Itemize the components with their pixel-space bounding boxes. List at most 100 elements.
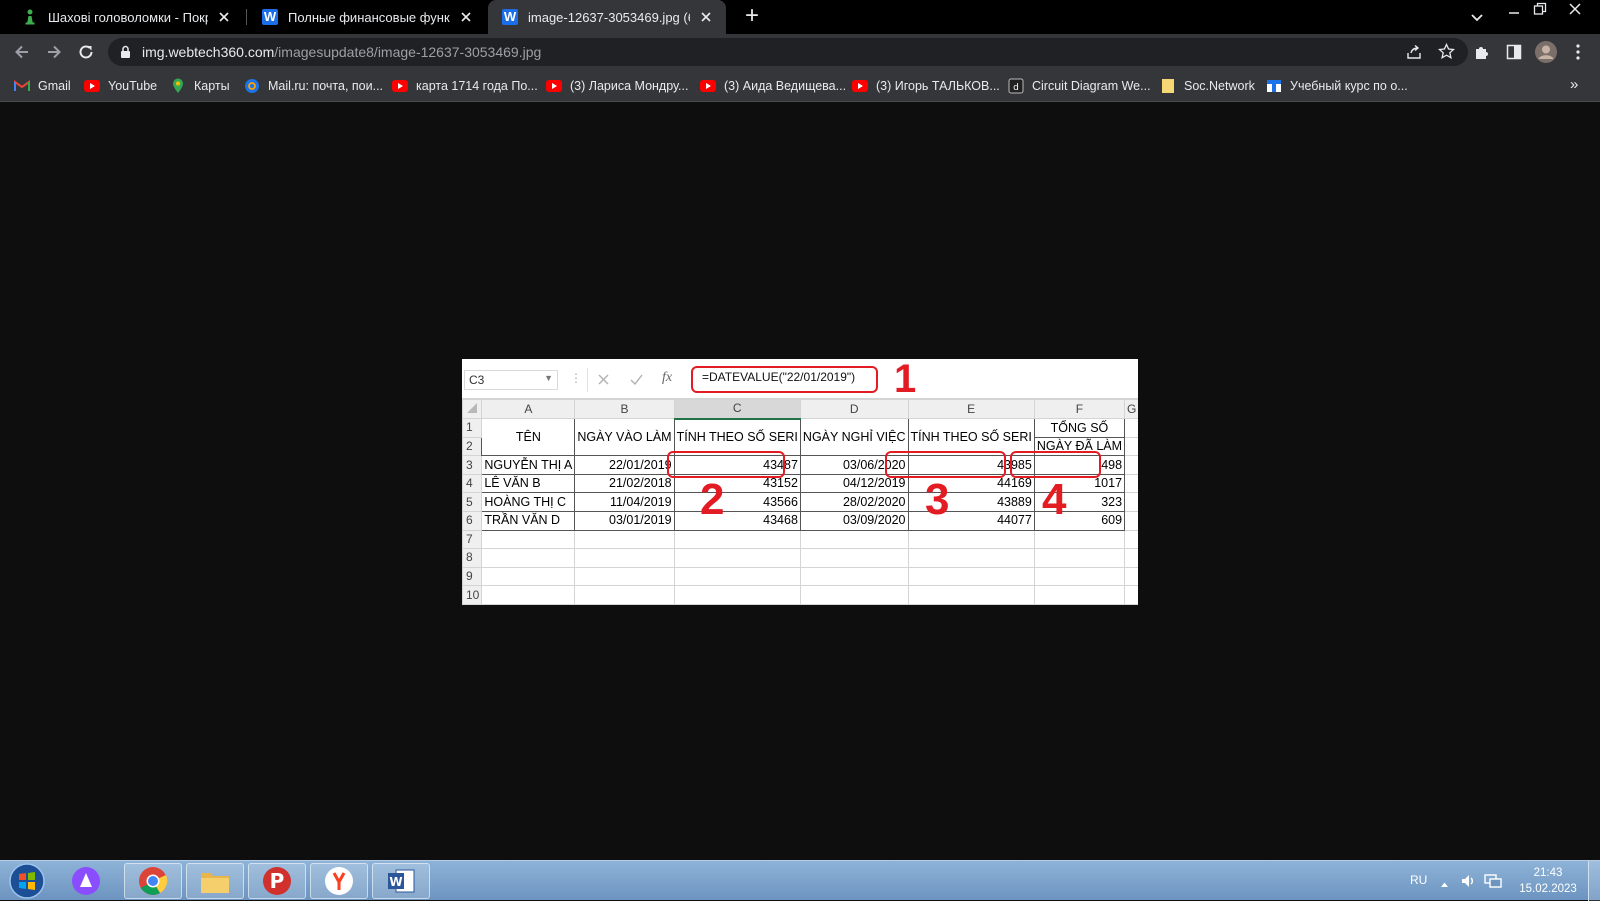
end-date-cell[interactable]: 28/02/2020 [799,492,909,512]
close-tab-icon[interactable] [456,7,476,27]
tab-image-viewer[interactable]: W image-12637-3053469.jpg (680× [488,0,726,34]
column-header-e[interactable]: E [907,398,1035,420]
minimize-window-icon[interactable] [1508,4,1520,22]
header-cell-ten[interactable]: TÊN [481,418,576,457]
cell[interactable] [799,585,909,605]
tab-search-chevron-icon[interactable] [1470,10,1484,28]
reload-button[interactable] [74,40,98,64]
cell[interactable] [1124,436,1138,457]
close-tab-icon[interactable] [214,7,234,27]
start-date-cell[interactable]: 21/02/2018 [574,473,675,494]
row-number[interactable]: 1 [462,418,483,438]
close-window-icon[interactable] [1568,2,1582,21]
bookmark-map-1714[interactable]: карта 1714 года По... [392,77,538,95]
bookmark-soc-network[interactable]: Soc.Network [1160,77,1255,95]
end-date-cell[interactable]: 03/09/2020 [799,510,909,531]
cell[interactable] [1124,473,1138,494]
bookmark-mailru[interactable]: Mail.ru: почта, пои... [244,77,383,95]
bookmark-star-icon[interactable] [1437,42,1456,65]
chrome-icon[interactable] [124,863,182,899]
row-number[interactable]: 5 [462,492,483,512]
tab-financial-functions[interactable]: W Полные финансовые функции в [248,0,486,34]
bookmark-youtube[interactable]: YouTube [84,77,157,95]
column-header-a[interactable]: A [481,398,576,420]
column-header-f[interactable]: F [1033,398,1126,420]
serial-c-cell[interactable]: 43468 [673,510,801,531]
network-icon[interactable] [1484,873,1502,894]
row-number[interactable]: 6 [462,510,483,531]
cell[interactable] [574,585,675,605]
language-indicator[interactable]: RU [1410,873,1427,887]
cell[interactable] [799,566,909,587]
address-bar[interactable]: img.webtech360.com/imagesupdate8/image-1… [108,38,1468,66]
cell[interactable] [673,548,801,568]
cell[interactable] [1124,492,1138,512]
tab-chess-puzzles[interactable]: Шахові головоломки - Покращ [8,0,244,34]
alice-icon[interactable] [64,864,108,898]
profile-avatar[interactable] [1534,40,1558,64]
header-cell-total-line1[interactable]: TỔNG SỐ [1033,418,1126,438]
cell[interactable] [1124,510,1138,531]
row-number[interactable]: 9 [462,566,483,587]
cell[interactable] [481,529,576,550]
name-cell[interactable]: NGUYỄN THỊ A [481,455,576,475]
side-panel-button[interactable] [1502,40,1526,64]
header-cell-start-date[interactable]: NGÀY VÀO LÀM [574,418,675,457]
bookmark-circuit-diagram[interactable]: d Circuit Diagram We... [1008,77,1151,95]
cell[interactable] [1033,585,1126,605]
row-number[interactable]: 7 [462,529,483,550]
bookmark-aida[interactable]: (3) Аида Ведищева... [700,77,846,95]
cell[interactable] [799,529,909,550]
bookmark-maps[interactable]: Карты [170,77,230,95]
start-date-cell[interactable]: 22/01/2019 [574,455,675,475]
forward-button[interactable] [42,40,66,64]
cell[interactable] [907,548,1035,568]
clock[interactable]: 21:43 15.02.2023 [1514,865,1582,897]
close-tab-icon[interactable] [696,7,716,27]
bookmark-gmail[interactable]: Gmail [14,77,71,95]
cell[interactable] [1033,529,1126,550]
cell[interactable] [574,548,675,568]
column-header-g[interactable]: G [1124,398,1138,420]
cell[interactable] [799,548,909,568]
row-number[interactable]: 3 [462,455,483,475]
cell[interactable] [1124,529,1138,550]
cell[interactable] [907,529,1035,550]
cell[interactable] [1033,566,1126,587]
cell[interactable] [673,529,801,550]
volume-icon[interactable] [1460,873,1476,894]
cell[interactable] [907,566,1035,587]
name-cell[interactable]: TRẦN VĂN D [481,510,576,531]
restore-window-icon[interactable] [1533,2,1547,21]
browser-menu-button[interactable] [1566,40,1590,64]
cell[interactable] [1124,585,1138,605]
cell[interactable] [1033,548,1126,568]
back-button[interactable] [10,40,34,64]
start-date-cell[interactable]: 03/01/2019 [574,510,675,531]
cell[interactable] [673,566,801,587]
new-tab-button[interactable]: + [738,3,766,31]
cell[interactable] [1124,455,1138,475]
row-number[interactable]: 2 [462,436,483,457]
cell[interactable] [1124,548,1138,568]
column-header-c[interactable]: C [673,398,801,420]
cell[interactable] [1124,566,1138,587]
tray-expand-icon[interactable] [1440,875,1449,893]
p-app-icon[interactable]: P [248,863,306,899]
bookmark-course[interactable]: Учебный курс по о... [1266,77,1408,95]
lock-icon[interactable] [120,45,131,64]
word-icon[interactable]: W [372,863,430,899]
show-desktop-button[interactable] [1588,861,1600,901]
cell[interactable] [481,585,576,605]
excel-screenshot-image[interactable]: C3 ▼ ⋮ fx =DATEVALUE("22/01/2019") A B C … [462,359,1138,605]
yandex-icon[interactable] [310,863,368,899]
start-date-cell[interactable]: 11/04/2019 [574,492,675,512]
extensions-button[interactable] [1470,40,1494,64]
cell[interactable] [481,548,576,568]
cell[interactable] [907,585,1035,605]
file-explorer-icon[interactable] [186,863,244,899]
cell[interactable] [673,585,801,605]
column-header-d[interactable]: D [799,398,909,420]
bookmark-igor[interactable]: (3) Игорь ТАЛЬКОВ... [852,77,1000,95]
name-cell[interactable]: HOÀNG THỊ C [481,492,576,512]
